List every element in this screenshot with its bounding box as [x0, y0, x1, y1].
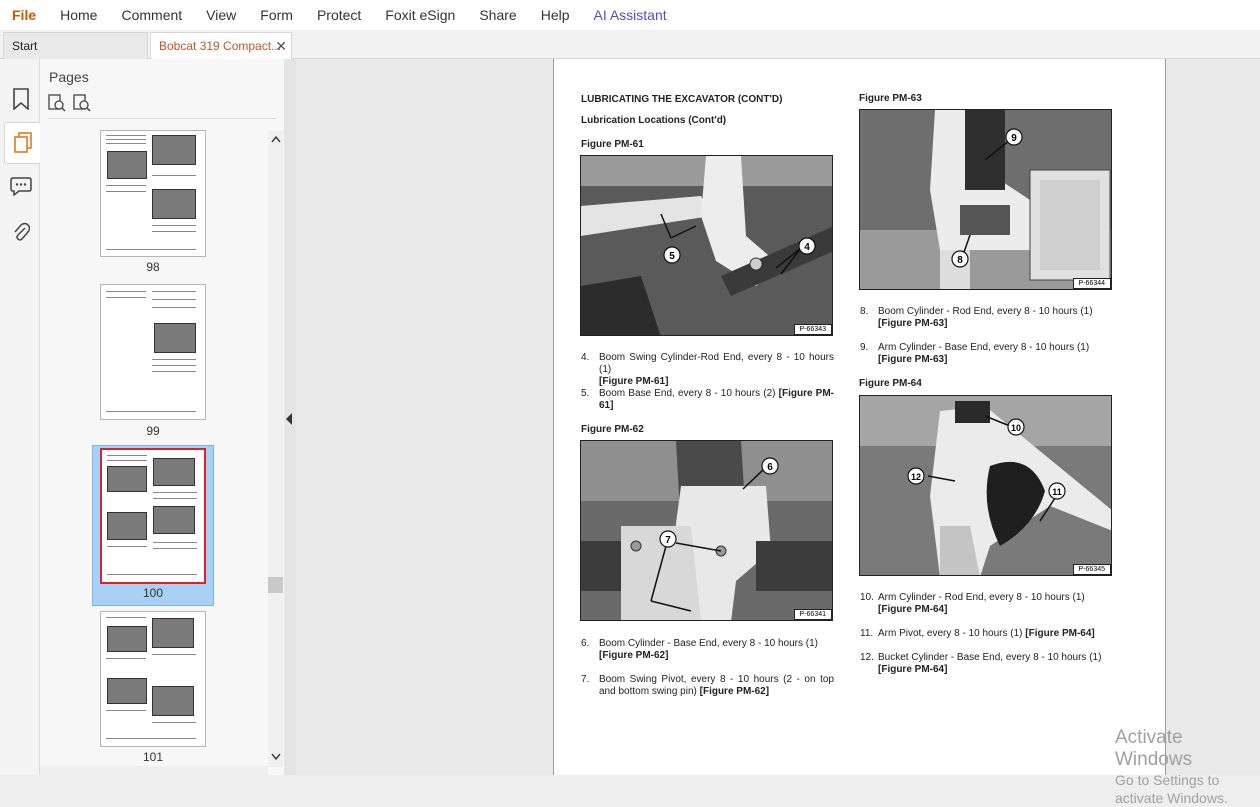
- thumbnail-list: 98 99 100 101: [40, 130, 268, 766]
- page-thumbnail-98[interactable]: [100, 130, 206, 257]
- pages-icon[interactable]: [4, 122, 40, 164]
- menu-view[interactable]: View: [194, 0, 248, 30]
- menu-comment[interactable]: Comment: [109, 0, 194, 30]
- item-text: Boom Swing Cylinder-Rod End, every 8 - 1…: [599, 352, 834, 375]
- thumbnail-hscrollbar[interactable]: [40, 766, 268, 775]
- item-ref: [Figure PM-64]: [1025, 628, 1095, 639]
- callout-7: 7: [665, 535, 671, 546]
- tab-start-label: Start: [12, 39, 38, 53]
- callout-5: 5: [669, 251, 675, 262]
- item-number: 9.: [860, 342, 869, 353]
- item-text: Boom Cylinder - Rod End, every 8 - 10 ho…: [878, 306, 1093, 317]
- thumbnail-zoom-in-icon[interactable]: [48, 94, 66, 112]
- menu-foxit-esign[interactable]: Foxit eSign: [373, 0, 467, 30]
- item-number: 5.: [581, 388, 590, 399]
- item-number: 12.: [860, 652, 874, 663]
- thumbnail-zoom-out-icon[interactable]: [73, 94, 91, 112]
- panel-collapse-handle[interactable]: [284, 59, 296, 775]
- menu-share[interactable]: Share: [467, 0, 528, 30]
- item-number: 11.: [860, 628, 874, 639]
- figure-pm62: 6 7 P-66341: [580, 440, 833, 621]
- item-text: Arm Pivot, every 8 - 10 hours (1): [878, 628, 1023, 639]
- item-ref: [Figure PM-63]: [878, 354, 948, 365]
- callout-8: 8: [957, 255, 963, 266]
- page-label-98: 98: [146, 260, 160, 274]
- tab-bar: Start Bobcat 319 Compact... ✕: [0, 30, 1260, 60]
- item-text: Arm Cylinder - Base End, every 8 - 10 ho…: [878, 342, 1090, 353]
- menu-file[interactable]: File: [0, 0, 48, 30]
- activation-watermark: Activate Windows Go to Settings to activ…: [1115, 727, 1260, 807]
- figure-tag: P-66341: [793, 609, 832, 620]
- figure-title-pm63: Figure PM-63: [859, 93, 922, 104]
- scrollbar-thumb[interactable]: [268, 577, 283, 593]
- item-number: 8.: [860, 306, 869, 317]
- close-icon[interactable]: ✕: [275, 33, 287, 60]
- menu-form[interactable]: Form: [248, 0, 305, 30]
- item-text: Arm Cylinder - Rod End, every 8 - 10 hou…: [878, 592, 1085, 603]
- attachment-icon[interactable]: [8, 219, 34, 247]
- figure-title-pm61: Figure PM-61: [581, 139, 644, 150]
- figure-pm64: 10 12 11 P-66345: [859, 395, 1112, 576]
- page-thumbnail-101[interactable]: [100, 611, 206, 747]
- item-ref: [Figure PM-61]: [599, 376, 669, 387]
- figure-title-pm62: Figure PM-62: [581, 424, 644, 435]
- pages-panel: Pages 98 99 100 101: [40, 59, 284, 775]
- page-thumbnail-99[interactable]: [100, 284, 206, 420]
- bookmark-icon[interactable]: [8, 85, 34, 113]
- item-ref: [Figure PM-62]: [699, 686, 770, 697]
- page-label-99: 99: [146, 424, 160, 438]
- callout-6: 6: [767, 462, 773, 473]
- figure-tag: P-66345: [1072, 564, 1111, 575]
- figure-pm63: 9 8 P-66344: [859, 109, 1112, 290]
- page-label-101: 101: [142, 750, 164, 764]
- callout-11: 11: [1052, 487, 1062, 497]
- scroll-up-icon[interactable]: [271, 135, 281, 143]
- item-text: Boom Cylinder - Base End, every 8 - 10 h…: [599, 638, 818, 649]
- item-ref: [Figure PM-63]: [878, 318, 948, 329]
- item-number: 6.: [581, 638, 590, 649]
- item-number: 7.: [581, 674, 590, 685]
- tab-start[interactable]: Start: [3, 32, 148, 59]
- panel-title: Pages: [49, 69, 89, 85]
- page-subheading: Lubrication Locations (Cont'd): [581, 115, 727, 126]
- item-number: 10.: [860, 592, 874, 603]
- comments-icon[interactable]: [8, 172, 34, 200]
- page-label-100: 100: [142, 586, 164, 600]
- menu-ai-assistant[interactable]: AI Assistant: [582, 0, 679, 30]
- item-text: Bucket Cylinder - Base End, every 8 - 10…: [878, 652, 1102, 663]
- figure-title-pm64: Figure PM-64: [859, 378, 922, 389]
- figure-tag: P-66344: [1072, 278, 1111, 289]
- figure-pm61: 5 4 P-66343: [580, 155, 833, 336]
- item-number: 4.: [581, 352, 590, 363]
- menu-protect[interactable]: Protect: [305, 0, 373, 30]
- callout-10: 10: [1011, 423, 1021, 433]
- watermark-line1: Activate Windows: [1115, 727, 1193, 770]
- page-thumbnail-100[interactable]: [100, 448, 206, 584]
- collapse-arrow-icon[interactable]: [286, 413, 292, 425]
- tab-document-label: Bobcat 319 Compact...: [159, 39, 282, 53]
- item-text: Boom Base End, every 8 - 10 hours (2): [599, 388, 776, 399]
- thumbnail-scrollbar[interactable]: [268, 131, 283, 767]
- callout-4: 4: [804, 242, 810, 253]
- tab-document[interactable]: Bobcat 319 Compact... ✕: [150, 32, 292, 60]
- figure-tag: P-66343: [793, 324, 832, 335]
- callout-12: 12: [911, 472, 921, 482]
- pdf-page: LUBRICATING THE EXCAVATOR (CONT'D) Lubri…: [553, 59, 1166, 775]
- panel-divider: [48, 118, 276, 119]
- menu-home[interactable]: Home: [48, 0, 109, 30]
- item-ref: [Figure PM-64]: [878, 604, 948, 615]
- callout-9: 9: [1011, 133, 1017, 144]
- menu-bar: File Home Comment View Form Protect Foxi…: [0, 0, 1260, 30]
- scroll-down-icon[interactable]: [271, 753, 281, 761]
- menu-help[interactable]: Help: [529, 0, 582, 30]
- item-ref: [Figure PM-62]: [599, 650, 669, 661]
- navigation-sidebar: [0, 59, 40, 775]
- page-heading: LUBRICATING THE EXCAVATOR (CONT'D): [581, 94, 783, 105]
- item-ref: [Figure PM-64]: [878, 664, 948, 675]
- watermark-line2: Go to Settings to activate Windows.: [1115, 772, 1228, 806]
